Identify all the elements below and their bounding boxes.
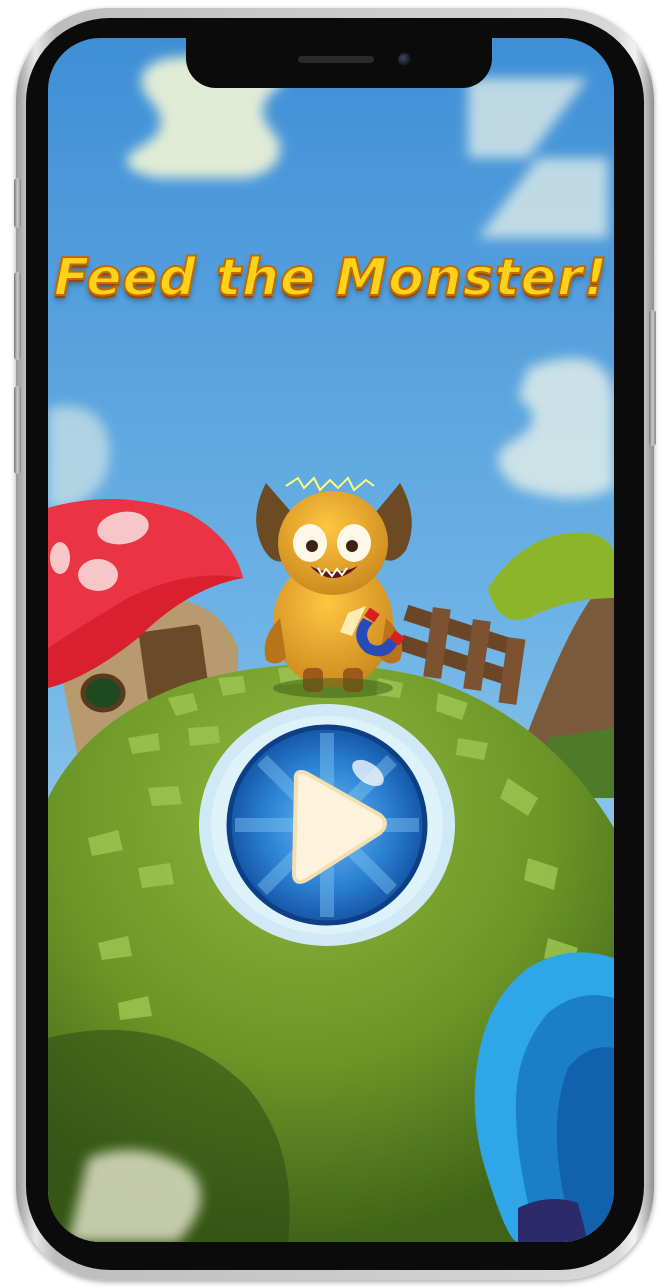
earpiece-speaker bbox=[298, 56, 374, 63]
volume-up-button bbox=[14, 272, 21, 360]
volume-down-button bbox=[14, 386, 21, 474]
play-button[interactable] bbox=[198, 703, 456, 947]
phone-notch bbox=[186, 38, 492, 88]
power-button bbox=[649, 310, 656, 446]
mute-switch bbox=[14, 178, 21, 228]
game-screen: Feed the Monster! bbox=[48, 38, 614, 1242]
game-background bbox=[48, 38, 614, 1242]
game-title: Feed the Monster! bbox=[53, 247, 609, 309]
play-triangle-icon[interactable] bbox=[198, 703, 456, 947]
front-camera bbox=[398, 53, 411, 66]
